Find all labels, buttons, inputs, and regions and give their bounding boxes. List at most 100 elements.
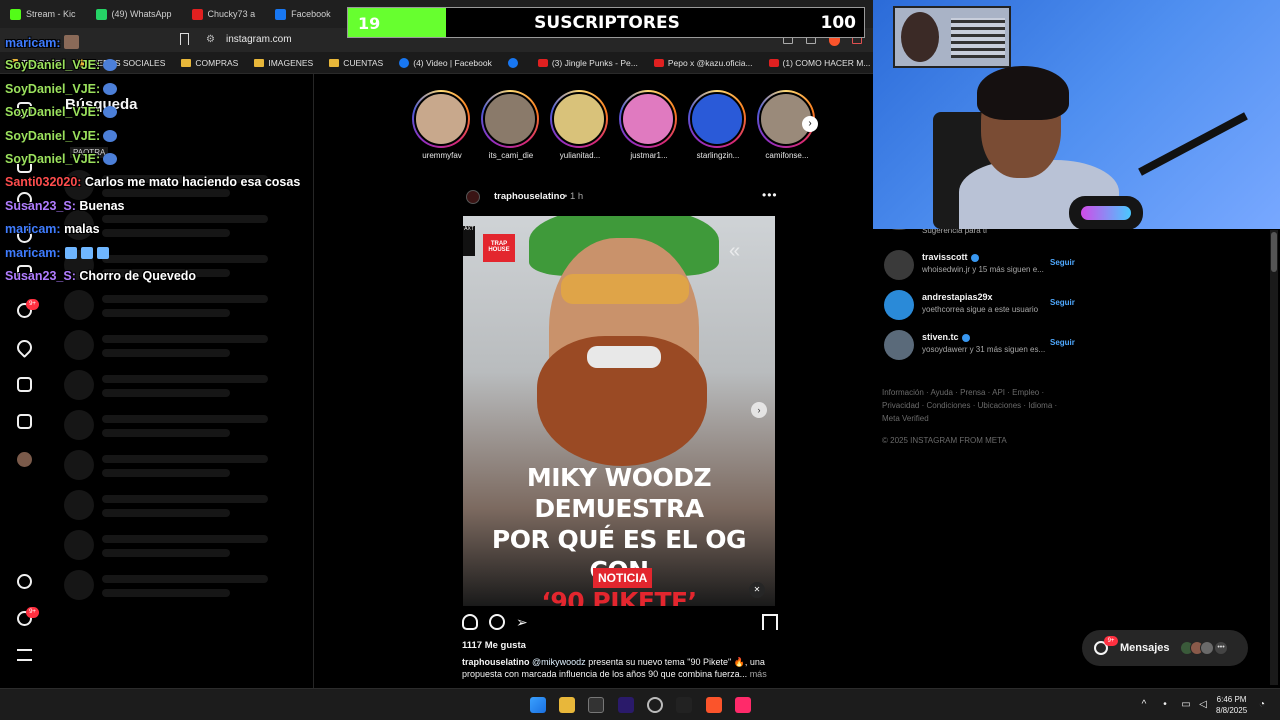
caption-mention[interactable]: @mikywoodz bbox=[532, 657, 586, 667]
suggestion-avatar[interactable] bbox=[884, 290, 914, 320]
chat-message: maricam: bbox=[5, 35, 79, 50]
premiere-icon[interactable] bbox=[618, 697, 634, 713]
browser-tab[interactable]: Facebook bbox=[265, 0, 341, 28]
story-item[interactable]: its_cami_die bbox=[481, 90, 541, 160]
footer-links[interactable]: Información · Ayuda · Prensa · API · Emp… bbox=[882, 386, 1062, 425]
carousel-next-button[interactable]: › bbox=[751, 402, 767, 418]
save-icon[interactable] bbox=[762, 614, 778, 630]
subscriber-goal-bar: SUSCRIPTORES 19 100 bbox=[347, 7, 865, 38]
loading-avatar bbox=[64, 290, 94, 320]
profile-avatar[interactable] bbox=[17, 452, 32, 467]
capcut-icon[interactable] bbox=[676, 697, 692, 713]
dashboard-icon[interactable] bbox=[17, 414, 32, 429]
comment-icon[interactable] bbox=[489, 614, 505, 630]
story-item[interactable]: yulianitad... bbox=[550, 90, 610, 160]
stories-next-button[interactable]: › bbox=[802, 116, 818, 132]
bookmark-item[interactable]: CUENTAS bbox=[321, 58, 391, 68]
page-scrollbar[interactable] bbox=[1270, 230, 1278, 685]
loading-line bbox=[102, 509, 230, 517]
story-item[interactable]: justmar1... bbox=[619, 90, 679, 160]
share-icon[interactable]: ➢ bbox=[516, 614, 532, 630]
tiktok-icon[interactable] bbox=[735, 697, 751, 713]
suggestion-avatar[interactable] bbox=[884, 250, 914, 280]
chat-username: SoyDaniel_VJE: bbox=[5, 58, 101, 73]
bookmark-item[interactable]: COMPRAS bbox=[173, 58, 246, 68]
meta-ai-icon[interactable] bbox=[17, 574, 32, 589]
chat-username: SoyDaniel_VJE: bbox=[5, 81, 101, 96]
story-avatar bbox=[483, 92, 537, 146]
suggestion-username[interactable]: stiven.tc bbox=[922, 332, 970, 342]
notification-bell-icon[interactable]: ◔ bbox=[1256, 699, 1268, 711]
menu-icon[interactable] bbox=[17, 649, 32, 661]
start-icon[interactable] bbox=[530, 697, 546, 713]
follow-button[interactable]: Seguir bbox=[1050, 338, 1075, 347]
site-settings-icon[interactable]: ⚙ bbox=[206, 34, 215, 45]
browser-tab[interactable]: Chucky73 a bbox=[182, 0, 266, 28]
story-item[interactable]: uremmyfav bbox=[412, 90, 472, 160]
story-item[interactable]: starlingzin... bbox=[688, 90, 748, 160]
verified-badge-icon bbox=[970, 253, 979, 262]
create-icon[interactable] bbox=[17, 377, 32, 392]
messages-button[interactable]: 9+ Mensajes ••• bbox=[1082, 630, 1248, 666]
tray-chevron-icon[interactable]: ^ bbox=[1138, 699, 1150, 711]
chat-emote-icon bbox=[80, 246, 93, 259]
file-explorer-icon[interactable] bbox=[559, 697, 575, 713]
chat-username: Susan23_S: bbox=[5, 198, 76, 213]
tab-favicon-icon bbox=[95, 8, 107, 20]
copyright: © 2025 INSTAGRAM FROM META bbox=[882, 436, 1007, 445]
volume-icon[interactable]: ◁ bbox=[1197, 699, 1209, 711]
post-author-avatar[interactable] bbox=[466, 190, 480, 204]
bookmark-item[interactable]: (3) Jingle Punks - Pe... bbox=[530, 58, 646, 68]
suggestion-avatar[interactable] bbox=[884, 330, 914, 360]
clock[interactable]: 6:46 PM 8/8/2025 bbox=[1216, 694, 1247, 716]
likes-count[interactable]: 1117 Me gusta bbox=[462, 640, 526, 651]
suggestion-username[interactable]: travisscott bbox=[922, 252, 979, 262]
bookmark-icon[interactable] bbox=[180, 33, 189, 45]
bookmark-item[interactable]: Pepo x @kazu.oficia... bbox=[646, 58, 761, 68]
caption-more-link[interactable]: más bbox=[747, 669, 767, 679]
bookmark-item[interactable]: (4) Video | Facebook bbox=[391, 57, 500, 68]
mic-rgb-ring bbox=[1081, 206, 1131, 220]
chat-emote-icon bbox=[64, 246, 77, 259]
obs-icon[interactable] bbox=[647, 697, 663, 713]
browser-tab[interactable]: (49) WhatsApp bbox=[86, 0, 182, 28]
follow-button[interactable]: Seguir bbox=[1050, 258, 1075, 267]
epic-games-icon[interactable] bbox=[588, 697, 604, 713]
brand-tag: AXT bbox=[463, 226, 475, 256]
story-username: starlingzin... bbox=[696, 151, 740, 160]
caption-author[interactable]: traphouselatino bbox=[462, 657, 530, 667]
like-icon[interactable] bbox=[462, 614, 478, 630]
browser-tab[interactable]: Stream - Kic bbox=[0, 0, 86, 28]
story-ring bbox=[481, 90, 539, 148]
youtube-icon bbox=[537, 58, 548, 67]
url-field[interactable]: instagram.com bbox=[226, 34, 292, 45]
chat-username: SoyDaniel_VJE: bbox=[5, 128, 101, 143]
chat-message: Susan23_S: Chorro de Quevedo bbox=[5, 269, 196, 283]
noticia-tag: NOTICIA bbox=[593, 568, 653, 588]
loading-avatar bbox=[64, 370, 94, 400]
clock-time: 6:46 PM bbox=[1216, 695, 1247, 704]
loading-line bbox=[102, 255, 268, 263]
follow-button[interactable]: Seguir bbox=[1050, 298, 1075, 307]
post-image[interactable]: AXT TRAP HOUSE « › MIKY WOODZ DEMUESTRA … bbox=[463, 216, 775, 606]
bookmark-label: IMAGENES bbox=[268, 57, 314, 68]
network-icon[interactable]: ▭ bbox=[1180, 699, 1192, 711]
story-avatar bbox=[690, 92, 744, 146]
bookmark-item[interactable]: IMAGENES bbox=[246, 58, 321, 68]
folder-icon bbox=[329, 58, 340, 67]
post-author-name[interactable]: traphouselatino bbox=[494, 191, 565, 202]
goal-current: 19 bbox=[358, 14, 381, 33]
brave-taskbar-icon[interactable] bbox=[706, 697, 722, 713]
bookmark-item[interactable] bbox=[500, 57, 530, 68]
search-loading-row bbox=[64, 290, 274, 320]
post-options-button[interactable]: ••• bbox=[762, 188, 778, 202]
scrollbar-thumb[interactable] bbox=[1271, 232, 1277, 272]
suggestion-username[interactable]: andrestapias29x bbox=[922, 292, 993, 302]
story-username: justmar1... bbox=[630, 151, 668, 160]
mic-tray-icon[interactable]: • bbox=[1159, 699, 1171, 711]
heart-icon[interactable] bbox=[13, 336, 36, 359]
suggestion-username-text: travisscott bbox=[922, 252, 968, 262]
bookmark-item[interactable]: (1) COMO HACER M... bbox=[761, 58, 879, 68]
chat-message: SoyDaniel_VJE: bbox=[5, 81, 118, 96]
mute-icon[interactable]: ✕ bbox=[749, 582, 765, 598]
